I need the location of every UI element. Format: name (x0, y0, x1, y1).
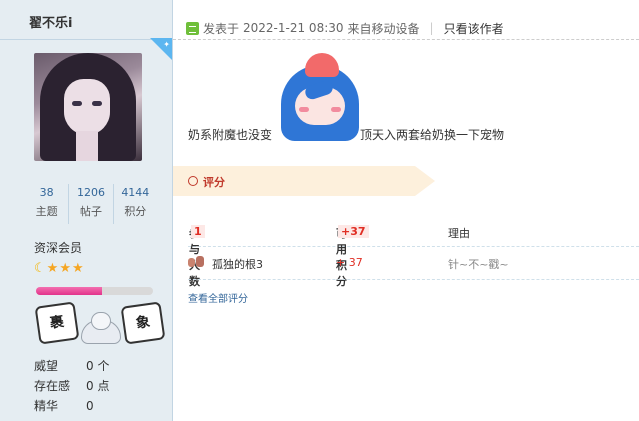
moon-icon: ☾ (34, 261, 46, 276)
info-value: 0 点 (86, 379, 110, 393)
points-total: +37 (338, 225, 369, 238)
star-icon: ★ (71, 261, 84, 276)
post-text-before: 奶系附魔也没变 (188, 128, 273, 142)
level-progress-fill (36, 287, 102, 295)
post-content: 奶系附魔也没变 顶天入两套给奶换一下宠物 (188, 126, 504, 143)
rating-table-header: 参与人数 1 可用积分 +37 理由 (188, 225, 639, 288)
stat-label: 帖子 (79, 205, 102, 218)
android-icon: ✦ (163, 40, 170, 49)
only-author-link[interactable]: 只看该作者 (444, 20, 504, 37)
info-label: 精华 (34, 399, 59, 413)
info-label: 存在感 (34, 379, 71, 393)
stat-label: 积分 (124, 205, 147, 218)
star-icon: ★ (59, 261, 71, 276)
medal-icon[interactable]: 裹 (34, 301, 80, 345)
info-label: 威望 (34, 359, 59, 373)
info-value: 0 个 (86, 359, 110, 373)
post-text-after: 顶天入两套给奶换一下宠物 (360, 128, 505, 142)
post-source[interactable]: 来自移动设备 (348, 20, 420, 37)
medal-icon[interactable]: 象 (120, 301, 166, 345)
stat-threads[interactable]: 38 主题 (25, 184, 70, 224)
stat-points[interactable]: 4144 积分 (114, 184, 157, 224)
rater-points: + 37 (336, 256, 363, 269)
level-stars: ☾ ★ ★ ★ (34, 262, 84, 276)
avatar[interactable] (34, 53, 142, 161)
view-all-ratings-link[interactable]: 查看全部评分 (188, 290, 248, 305)
stat-label: 主题 (35, 205, 58, 218)
info-presence: 存在感 0 点 (34, 377, 109, 395)
rating-icon (188, 176, 198, 186)
posted-prefix: 发表于 (203, 21, 240, 36)
stat-value: 38 (39, 186, 54, 199)
rater-name[interactable]: 孤独的根3 (212, 256, 263, 272)
level-progress-bar (36, 287, 153, 295)
stat-value: 1206 (76, 186, 105, 199)
post-icon (186, 21, 199, 35)
rating-row: 孤独的根3 + 37 针~不~戳~ (188, 253, 639, 280)
rating-label: 评分 (203, 176, 225, 189)
info-value: 0 (86, 399, 94, 413)
user-sidebar: 翟不乐i ✦ 38 主题 1206 帖子 4144 积分 资深会员 ☾ ★ ★ … (0, 0, 173, 421)
user-group[interactable]: 资深会员 (34, 239, 82, 256)
reason-header: 理由 (448, 227, 470, 240)
seal-medal-icon[interactable] (81, 312, 121, 344)
stat-posts[interactable]: 1206 帖子 (69, 184, 114, 224)
divider: | (429, 21, 434, 35)
user-stats: 38 主题 1206 帖子 4144 积分 (25, 184, 157, 224)
mobile-device-badge: ✦ (150, 38, 172, 60)
participants-count: 1 (191, 225, 205, 238)
info-prestige: 威望 0 个 (34, 357, 109, 375)
post-header: 发表于 2022-1-21 08:30 来自移动设备 | 只看该作者 (173, 0, 639, 40)
info-digest: 精华 0 (34, 397, 94, 415)
stat-value: 4144 (121, 186, 150, 199)
post-date: 2022-1-21 08:30 (243, 21, 344, 35)
rater-reason: 针~不~戳~ (448, 258, 509, 271)
username[interactable]: 翟不乐i (0, 0, 173, 40)
star-icon: ★ (46, 261, 59, 276)
rating-bar[interactable]: 评分 (173, 166, 435, 196)
rater-avatar-icon[interactable] (188, 256, 204, 271)
